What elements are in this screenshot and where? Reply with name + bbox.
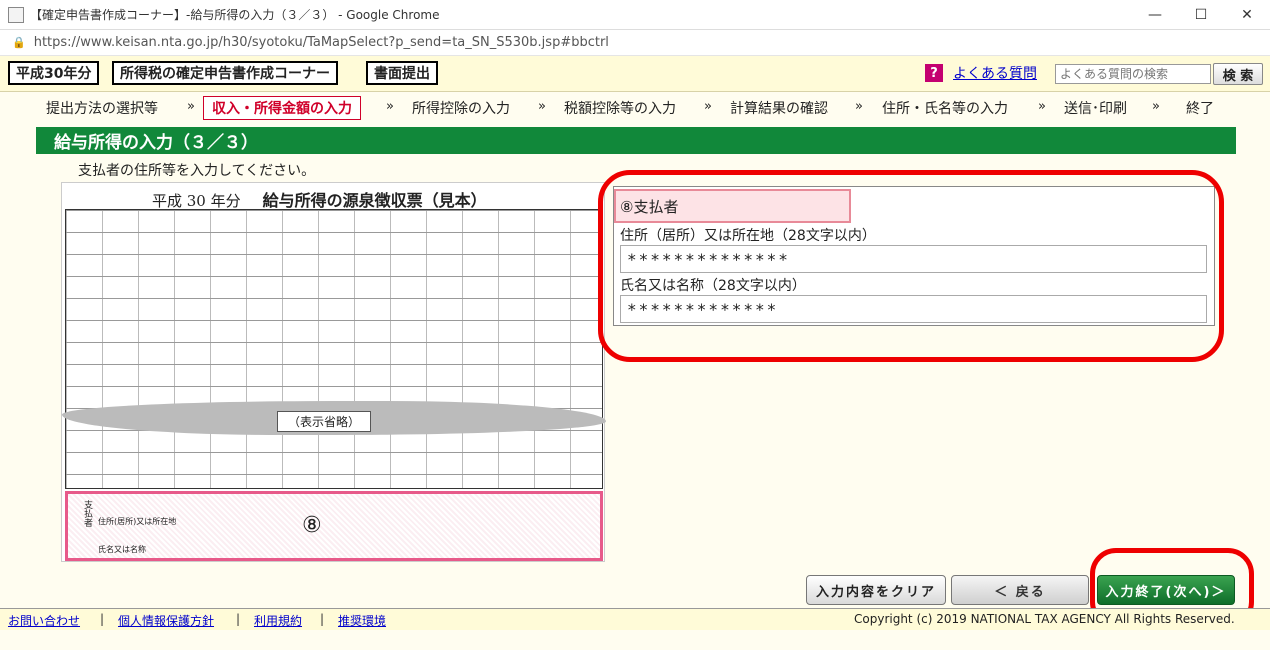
address-label: 住所（居所）又は所在地（28文字以内） [620,228,876,244]
copyright-text: Copyright (c) 2019 NATIONAL TAX AGENCY A… [854,612,1235,626]
faq-link[interactable]: よくある質問 [953,63,1037,83]
footer-terms-link[interactable]: 利用規約 [254,612,302,629]
close-icon[interactable]: ✕ [1224,0,1270,30]
step-separator: » [1038,99,1046,114]
sample-address-label: 住所(居所)又は所在地 [98,517,177,526]
instruction-text: 支払者の住所等を入力してください。 [78,163,316,179]
browser-tab-title: 【確定申告書作成コーナー】-給与所得の入力（３／３） - Google Chro… [30,8,440,22]
sample-grid [65,209,603,489]
corner-label: 所得税の確定申告書作成コーナー [112,61,338,85]
name-input[interactable]: ************* [620,295,1207,323]
step-tax-credit: 税額控除等の入力 [564,101,676,117]
step-separator: » [538,99,546,114]
window-controls: — ☐ ✕ [1132,0,1270,30]
step-navigation: 提出方法の選択等 » 収入・所得金額の入力 » 所得控除の入力 » 税額控除等の… [0,94,1270,124]
step-separator: » [187,99,195,114]
submission-label: 書面提出 [366,61,438,85]
sample-payer-side-label: 支払者 [82,500,92,527]
sample-title-year: 平成 30 年分 [152,192,241,210]
name-label: 氏名又は名称（28文字以内） [620,278,806,294]
page-favicon-icon [8,6,24,23]
sample-name-label: 氏名又は名称 [98,545,146,554]
clear-input-button[interactable]: 入力内容をクリア [806,575,946,605]
step-confirm: 計算結果の確認 [730,101,828,117]
payer-heading: ⑧支払者 [614,189,851,223]
step-income-active: 収入・所得金額の入力 [203,96,361,120]
step-end: 終了 [1186,101,1214,117]
footer-separator: | [100,612,105,626]
sample-payer-box: 支払者 住所(居所)又は所在地 氏名又は名称 [65,491,603,561]
section-heading: 給与所得の入力（３／３） [36,127,1236,154]
sample-omitted-label: （表示省略） [277,411,372,432]
maximize-icon[interactable]: ☐ [1178,0,1224,30]
search-button[interactable]: 検 索 [1213,63,1263,85]
sample-withholding-slip-image: 平成 30 年分 給与所得の源泉徴収票（見本） （表示省略） 支払者 住所(居所)… [61,182,606,562]
address-bar[interactable]: 🔒 https://www.keisan.nta.go.jp/h30/syoto… [0,30,1270,56]
step-send-print: 送信･印刷 [1064,101,1127,117]
step-separator: » [704,99,712,114]
year-label: 平成30年分 [8,61,100,85]
sample-title: 平成 30 年分 給与所得の源泉徴収票（見本） [152,187,487,211]
payer-input-panel: ⑧支払者 住所（居所）又は所在地（28文字以内） ************** … [613,186,1215,326]
footer-contact-link[interactable]: お問い合わせ [8,612,80,629]
step-separator: » [386,99,394,114]
next-finish-button[interactable]: 入力終了(次へ)＞ [1097,575,1235,605]
minimize-icon[interactable]: — [1132,0,1178,30]
sample-title-main: 給与所得の源泉徴収票（見本） [262,191,487,210]
site-header: 平成30年分 所得税の確定申告書作成コーナー 書面提出 ? よくある質問 検 索 [0,56,1270,92]
address-input[interactable]: ************** [620,245,1207,273]
help-question-icon[interactable]: ? [925,64,943,82]
step-separator: » [1152,99,1160,114]
footer-separator: | [320,612,325,626]
browser-title-bar: 【確定申告書作成コーナー】-給与所得の入力（３／３） - Google Chro… [0,0,1270,30]
back-button[interactable]: ＜ 戻る [951,575,1089,605]
step-deductions: 所得控除の入力 [412,101,510,117]
step-method: 提出方法の選択等 [46,101,158,117]
lock-icon: 🔒 [12,36,26,49]
footer-privacy-link[interactable]: 個人情報保護方針 [118,612,214,629]
faq-search-input[interactable] [1055,64,1211,84]
step-separator: » [855,99,863,114]
footer: お問い合わせ | 個人情報保護方針 | 利用規約 | 推奨環境 Copyrigh… [0,608,1270,630]
footer-env-link[interactable]: 推奨環境 [338,612,386,629]
footer-separator: | [236,612,241,626]
step-address: 住所・氏名等の入力 [882,101,1008,117]
sample-marker-8: ⑧ [302,513,322,538]
url-text[interactable]: https://www.keisan.nta.go.jp/h30/syotoku… [34,35,609,50]
